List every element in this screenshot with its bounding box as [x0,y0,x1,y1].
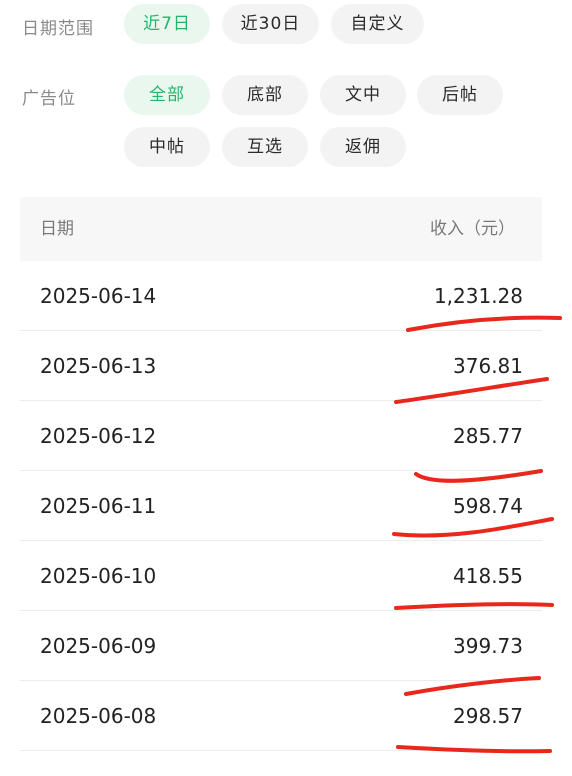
date-range-filter: 日期范围 近7日 近30日 自定义 [0,4,572,46]
row-income: 376.81 [453,354,523,378]
row-date: 2025-06-10 [40,564,157,588]
table-header: 日期 收入（元） [20,197,542,261]
row-date: 2025-06-14 [40,284,157,308]
date-range-label: 日期范围 [22,19,94,39]
row-income: 285.77 [453,424,523,448]
row-date: 2025-06-13 [40,354,157,378]
row-income: 298.57 [453,704,523,728]
table-row: 2025-06-08 298.57 [20,681,542,751]
chip-rebate[interactable]: 返佣 [320,127,406,167]
table-row: 2025-06-13 376.81 [20,331,542,401]
chip-custom[interactable]: 自定义 [331,4,424,44]
row-income: 399.73 [453,634,523,658]
table-row: 2025-06-09 399.73 [20,611,542,681]
table-row: 2025-06-12 285.77 [20,401,542,471]
row-income: 418.55 [453,564,523,588]
row-date: 2025-06-11 [40,494,157,518]
table-row: 2025-06-10 418.55 [20,541,542,611]
table-row: 2025-06-11 598.74 [20,471,542,541]
column-header-income: 收入（元） [430,219,515,239]
row-income: 598.74 [453,494,523,518]
ad-position-label: 广告位 [22,89,76,109]
row-date: 2025-06-09 [40,634,157,658]
table-row: 2025-06-14 1,231.28 [20,261,542,331]
chip-after-post[interactable]: 后帖 [417,75,503,115]
chip-all[interactable]: 全部 [124,75,210,115]
row-date: 2025-06-08 [40,704,157,728]
chip-in-article[interactable]: 文中 [320,75,406,115]
row-income: 1,231.28 [433,284,523,308]
chip-bottom[interactable]: 底部 [222,75,308,115]
chip-last-30-days[interactable]: 近30日 [222,4,319,44]
chip-last-7-days[interactable]: 近7日 [124,4,210,44]
ad-position-filter: 广告位 全部 底部 文中 后帖 中帖 互选 返佣 [0,74,572,168]
chip-mutual-select[interactable]: 互选 [222,127,308,167]
row-date: 2025-06-12 [40,424,157,448]
column-header-date: 日期 [40,219,74,239]
chip-mid-post[interactable]: 中帖 [124,127,210,167]
income-table: 2025-06-14 1,231.28 2025-06-13 376.81 20… [20,261,542,751]
